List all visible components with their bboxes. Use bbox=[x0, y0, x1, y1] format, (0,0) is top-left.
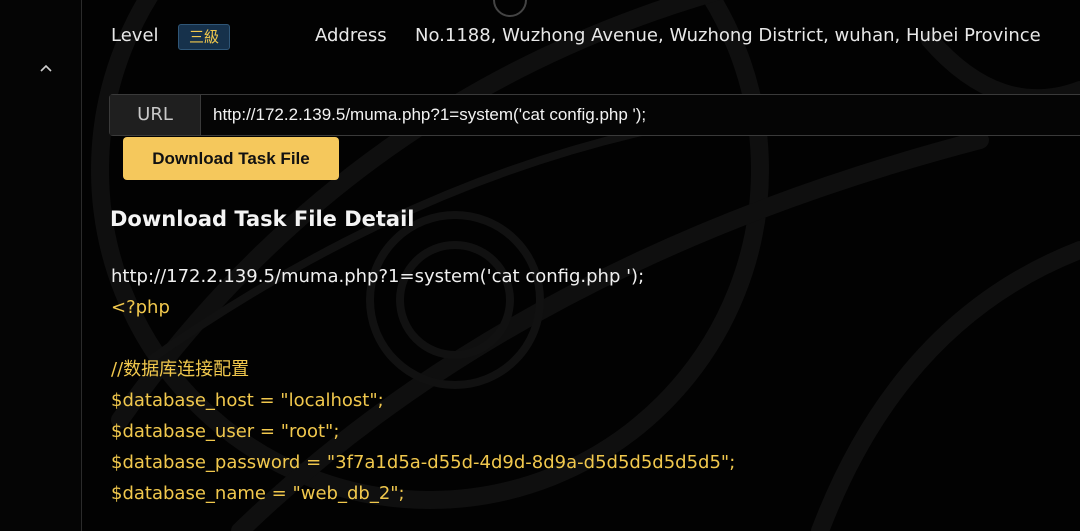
page: Level 三級 Address No.1188, Wuzhong Avenue… bbox=[0, 0, 1080, 531]
detail-title: Download Task File Detail bbox=[110, 207, 415, 231]
download-task-file-button[interactable]: Download Task File bbox=[123, 137, 339, 180]
url-input[interactable] bbox=[201, 95, 1080, 135]
sidebar bbox=[0, 0, 82, 531]
code-line: $database_host = "localhost"; bbox=[111, 390, 384, 411]
level-badge: 三級 bbox=[178, 24, 231, 50]
code-line: $database_password = "3f7a1d5a-d55d-4d9d… bbox=[111, 452, 736, 473]
code-line: <?php bbox=[111, 297, 170, 318]
url-addon-label: URL bbox=[110, 95, 201, 135]
code-line: $database_user = "root"; bbox=[111, 421, 340, 442]
chevron-up-icon[interactable] bbox=[37, 60, 55, 78]
address-label: Address bbox=[315, 25, 387, 46]
address-value: No.1188, Wuzhong Avenue, Wuzhong Distric… bbox=[415, 25, 1041, 46]
detail-body: http://172.2.139.5/muma.php?1=system('ca… bbox=[111, 261, 1051, 509]
level-label: Level bbox=[111, 25, 159, 46]
info-row: Level 三級 Address No.1188, Wuzhong Avenue… bbox=[111, 24, 1060, 50]
code-line: //数据库连接配置 bbox=[111, 359, 250, 380]
detail-request-url: http://172.2.139.5/muma.php?1=system('ca… bbox=[111, 266, 645, 287]
code-line: $database_name = "web_db_2"; bbox=[111, 483, 405, 504]
url-input-group: URL bbox=[109, 94, 1080, 136]
